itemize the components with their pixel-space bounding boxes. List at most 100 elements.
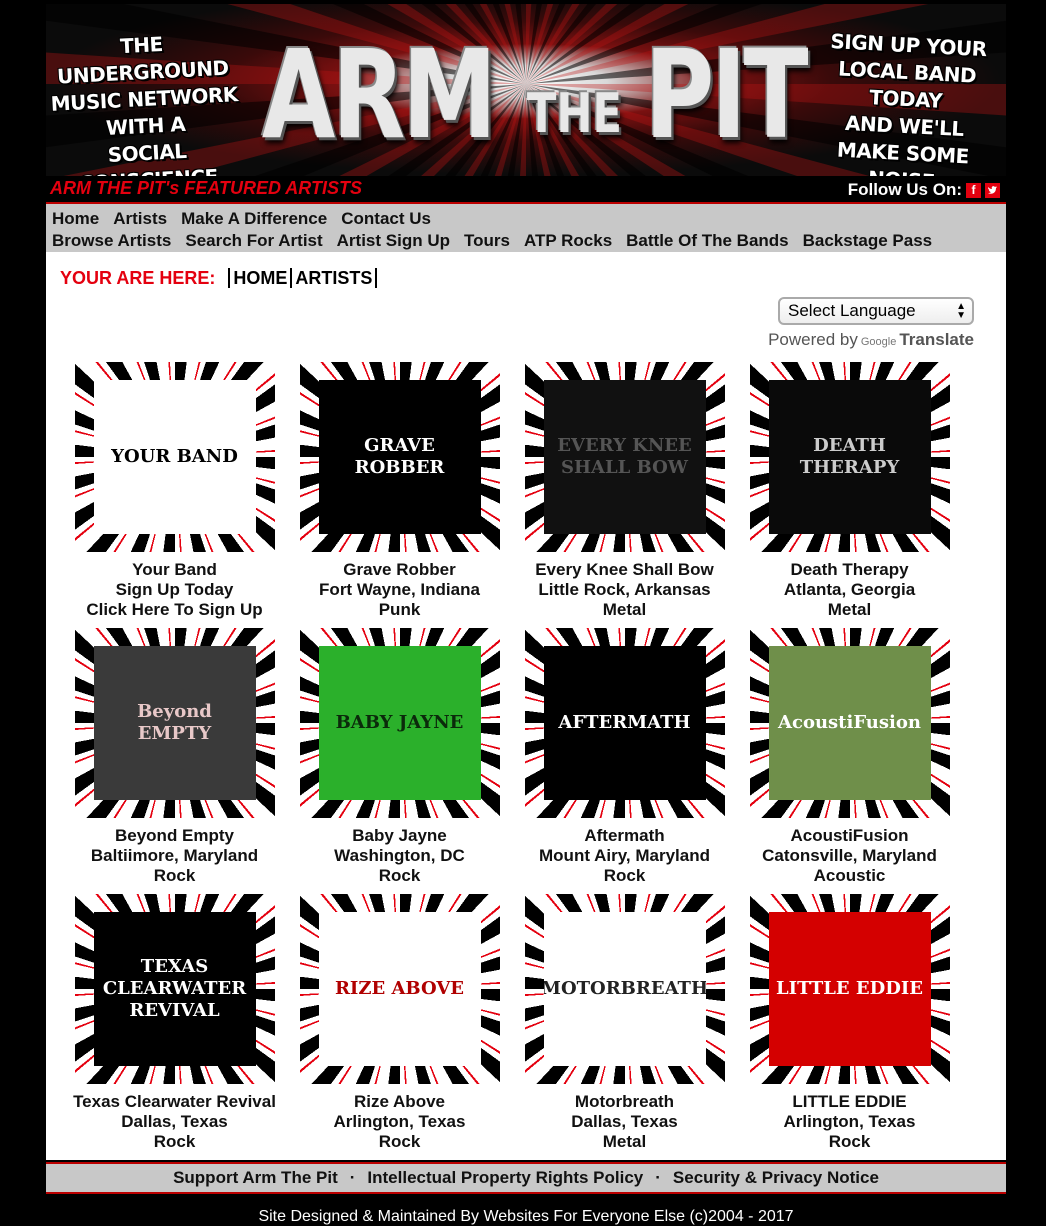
- artist-card[interactable]: YOUR BAND Your Band Sign Up Today Click Her…: [62, 362, 287, 620]
- artist-caption[interactable]: Every Knee Shall Bow Little Rock, Arkansa…: [512, 560, 737, 620]
- artist-image-frame[interactable]: MOTORBREATH: [524, 894, 725, 1084]
- artist-image[interactable]: YOUR BAND: [93, 380, 256, 534]
- artist-caption[interactable]: Baby Jayne Washington, DC Rock: [287, 826, 512, 886]
- footer-ip-policy-link[interactable]: Intellectual Property Rights Policy: [367, 1168, 643, 1187]
- nav-search-for-artist[interactable]: Search For Artist: [185, 230, 322, 252]
- artist-image[interactable]: AcoustiFusion: [768, 646, 931, 800]
- artist-image-frame[interactable]: LITTLE EDDIE: [749, 894, 950, 1084]
- artist-image-frame[interactable]: TEXAS CLEARWATER REVIVAL: [74, 894, 275, 1084]
- main-content: YOUR ARE HERE: HOME ARTISTS Select Languag…: [46, 252, 1006, 1160]
- artist-image[interactable]: LITTLE EDDIE: [768, 912, 931, 1066]
- artist-image[interactable]: AFTERMATH: [543, 646, 706, 800]
- artist-image[interactable]: EVERY KNEE SHALL BOW: [543, 380, 706, 534]
- artist-image-frame[interactable]: BABY JAYNE: [299, 628, 500, 818]
- artist-card[interactable]: MOTORBREATH Motorbreath Dallas, Texas Metal: [512, 894, 737, 1152]
- artist-card[interactable]: EVERY KNEE SHALL BOW Every Knee Shall Bow…: [512, 362, 737, 620]
- artist-card[interactable]: RIZE ABOVE Rize Above Arlington, Texas Rock: [287, 894, 512, 1152]
- translate-label[interactable]: Translate: [899, 330, 974, 349]
- artist-card[interactable]: Beyond EMPTY Beyond Empty Baltiimore, Mary…: [62, 628, 287, 886]
- nav-atp-rocks[interactable]: ATP Rocks: [524, 230, 612, 252]
- breadcrumb-divider: [228, 268, 231, 288]
- artist-image[interactable]: DEATH THERAPY: [768, 380, 931, 534]
- artist-location: Arlington, Texas: [333, 1112, 466, 1131]
- nav-battle-of-the-bands[interactable]: Battle Of The Bands: [626, 230, 788, 252]
- artist-image-frame[interactable]: YOUR BAND: [74, 362, 275, 552]
- artist-caption[interactable]: Aftermath Mount Airy, Maryland Rock: [512, 826, 737, 886]
- footer-links: Support Arm The Pit · Intellectual Propert…: [46, 1162, 1006, 1194]
- artist-image-frame[interactable]: AcoustiFusion: [749, 628, 950, 818]
- artist-image-frame[interactable]: DEATH THERAPY: [749, 362, 950, 552]
- breadcrumb-home[interactable]: HOME: [233, 268, 287, 288]
- artist-image-frame[interactable]: AFTERMATH: [524, 628, 725, 818]
- powered-by-label: Powered by: [768, 330, 858, 349]
- artist-name: Baby Jayne: [352, 826, 447, 845]
- page: THE UNDERGROUND MUSIC NETWORK WITH A SOC…: [46, 4, 1006, 1225]
- artist-caption[interactable]: Beyond Empty Baltiimore, Maryland Rock: [62, 826, 287, 886]
- artist-caption[interactable]: Texas Clearwater Revival Dallas, Texas Roc…: [62, 1092, 287, 1152]
- twitter-icon[interactable]: [985, 182, 1000, 198]
- artist-genre: Click Here To Sign Up: [86, 600, 263, 619]
- artist-caption[interactable]: Grave Robber Fort Wayne, Indiana Punk: [287, 560, 512, 620]
- artist-card[interactable]: TEXAS CLEARWATER REVIVAL Texas Clearwater…: [62, 894, 287, 1152]
- featured-artists-heading: ARM THE PIT's FEATURED ARTISTS: [50, 178, 362, 198]
- powered-by-google-translate: Powered by Google Translate: [768, 330, 974, 350]
- artist-logo-text: BABY JAYNE: [335, 712, 464, 733]
- artist-image-frame[interactable]: EVERY KNEE SHALL BOW: [524, 362, 725, 552]
- artist-image-frame[interactable]: RIZE ABOVE: [299, 894, 500, 1084]
- nav-make-a-difference[interactable]: Make A Difference: [181, 208, 327, 230]
- artist-genre: Metal: [827, 600, 872, 619]
- artist-card[interactable]: AFTERMATH Aftermath Mount Airy, Maryland Ro…: [512, 628, 737, 886]
- artist-logo-text: Beyond EMPTY: [137, 701, 212, 744]
- artist-logo-text: AcoustiFusion: [778, 712, 921, 733]
- main-nav: Home Artists Make A Difference Contact U…: [46, 204, 1006, 252]
- footer-privacy-link[interactable]: Security & Privacy Notice: [673, 1168, 879, 1187]
- artist-card[interactable]: BABY JAYNE Baby Jayne Washington, DC Rock: [287, 628, 512, 886]
- google-logo[interactable]: Google: [861, 336, 896, 348]
- nav-artists[interactable]: Artists: [113, 208, 167, 230]
- artist-image[interactable]: RIZE ABOVE: [318, 912, 481, 1066]
- nav-browse-artists[interactable]: Browse Artists: [52, 230, 171, 252]
- artist-caption[interactable]: Motorbreath Dallas, Texas Metal: [512, 1092, 737, 1152]
- artist-location: Baltiimore, Maryland: [90, 846, 259, 865]
- artist-card[interactable]: DEATH THERAPY Death Therapy Atlanta, Georg…: [737, 362, 962, 620]
- language-select[interactable]: Select Language ▲ ▼: [778, 297, 974, 325]
- nav-contact-us[interactable]: Contact Us: [341, 208, 431, 230]
- site-banner[interactable]: THE UNDERGROUND MUSIC NETWORK WITH A SOC…: [46, 4, 1006, 176]
- site-logo[interactable]: ARM THE PIT: [251, 24, 808, 166]
- artist-image-frame[interactable]: Beyond EMPTY: [74, 628, 275, 818]
- nav-artist-sign-up[interactable]: Artist Sign Up: [337, 230, 450, 252]
- artist-caption[interactable]: Death Therapy Atlanta, Georgia Metal: [737, 560, 962, 620]
- artist-image[interactable]: MOTORBREATH: [543, 912, 706, 1066]
- artist-location: Fort Wayne, Indiana: [319, 580, 480, 599]
- nav-backstage-pass[interactable]: Backstage Pass: [803, 230, 932, 252]
- artist-caption[interactable]: Your Band Sign Up Today Click Here To Sign…: [62, 560, 287, 620]
- artist-caption[interactable]: AcoustiFusion Catonsville, Maryland Acoust…: [737, 826, 962, 886]
- artist-image-frame[interactable]: GRAVE ROBBER: [299, 362, 500, 552]
- facebook-icon[interactable]: f: [966, 182, 981, 198]
- site-credit: Site Designed & Maintained By Websites F…: [258, 1208, 794, 1225]
- breadcrumb-artists[interactable]: ARTISTS: [295, 268, 372, 288]
- artist-name: AcoustiFusion: [790, 826, 909, 845]
- breadcrumb-label: YOUR ARE HERE:: [60, 268, 216, 288]
- artist-caption[interactable]: LITTLE EDDIE Arlington, Texas Rock: [737, 1092, 962, 1152]
- breadcrumb-divider: [375, 268, 378, 288]
- artist-location: Catonsville, Maryland: [762, 846, 937, 865]
- artist-card[interactable]: AcoustiFusion AcoustiFusion Catonsville, M…: [737, 628, 962, 886]
- artist-genre: Rock: [153, 866, 196, 885]
- artist-image[interactable]: BABY JAYNE: [318, 646, 481, 800]
- artist-image[interactable]: TEXAS CLEARWATER REVIVAL: [93, 912, 256, 1066]
- artist-logo-text: TEXAS CLEARWATER REVIVAL: [102, 956, 247, 1021]
- artist-image[interactable]: GRAVE ROBBER: [318, 380, 481, 534]
- artist-image[interactable]: Beyond EMPTY: [93, 646, 256, 800]
- artist-card[interactable]: GRAVE ROBBER Grave Robber Fort Wayne, Indi…: [287, 362, 512, 620]
- tagline-line: THE UNDERGROUND: [56, 31, 230, 89]
- artist-card[interactable]: LITTLE EDDIE LITTLE EDDIE Arlington, Texas…: [737, 894, 962, 1152]
- artist-logo-text: YOUR BAND: [111, 446, 238, 467]
- nav-home[interactable]: Home: [52, 208, 99, 230]
- logo-arm: ARM: [261, 24, 497, 166]
- artist-logo-text: MOTORBREATH: [543, 978, 706, 999]
- footer-support-link[interactable]: Support Arm The Pit: [173, 1168, 338, 1187]
- breadcrumb-divider: [290, 268, 293, 288]
- artist-caption[interactable]: Rize Above Arlington, Texas Rock: [287, 1092, 512, 1152]
- nav-tours[interactable]: Tours: [464, 230, 510, 252]
